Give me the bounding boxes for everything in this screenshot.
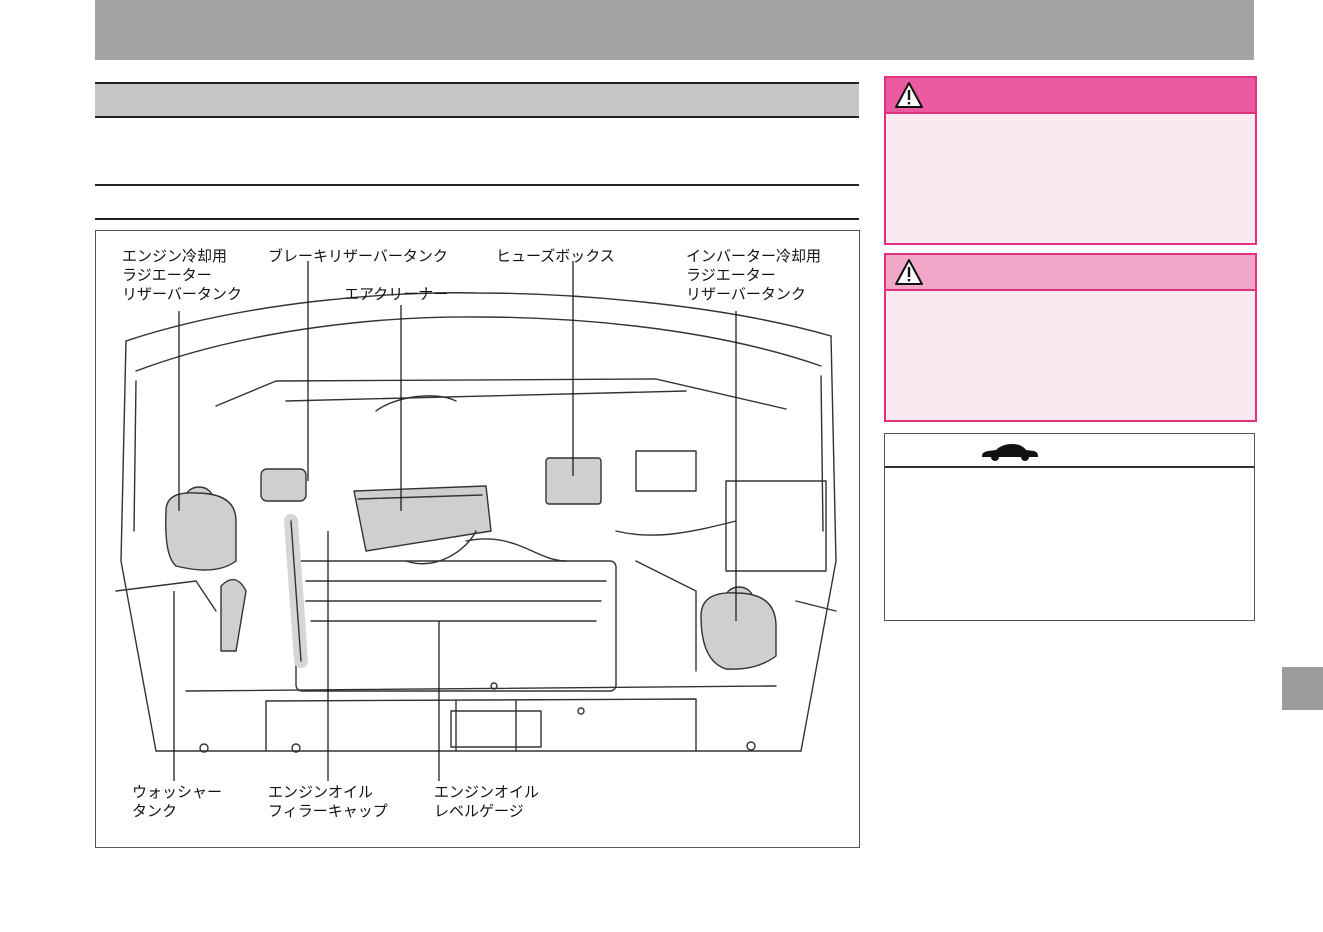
label-fuse-box: ヒューズボックス (496, 247, 615, 265)
label-brake-reservoir: ブレーキリザーバータンク (268, 247, 448, 265)
label-oil-level-gauge: エンジンオイル レベルゲージ (434, 783, 540, 820)
label-washer-tank: ウォッシャー タンク (132, 783, 223, 820)
warning-header (886, 78, 1255, 114)
warning-triangle-icon (895, 82, 923, 108)
caution-header (886, 255, 1255, 291)
leader-lines (173, 261, 737, 781)
engine-compartment-figure: エンジン冷却用 ラジエーター リザーバータンク ブレーキリザーバータンク ヒュー… (95, 230, 860, 848)
label-air-cleaner: エアクリーナー (344, 285, 449, 303)
divider (95, 218, 859, 220)
info-box (884, 433, 1255, 621)
label-inverter-coolant-reservoir: インバーター冷却用 ラジエーター リザーバータンク (686, 247, 822, 303)
page-index-tab (1282, 667, 1323, 710)
top-banner (95, 0, 1254, 60)
divider (95, 184, 859, 186)
warning-box (884, 76, 1257, 245)
info-header (885, 434, 1254, 468)
label-engine-coolant-reservoir: エンジン冷却用 ラジエーター リザーバータンク (122, 247, 242, 303)
section-heading-bar (95, 82, 859, 118)
car-icon (982, 444, 1038, 461)
warning-triangle-icon (895, 259, 923, 285)
caution-box (884, 253, 1257, 422)
label-oil-filler-cap: エンジンオイル フィラーキャップ (268, 783, 388, 820)
